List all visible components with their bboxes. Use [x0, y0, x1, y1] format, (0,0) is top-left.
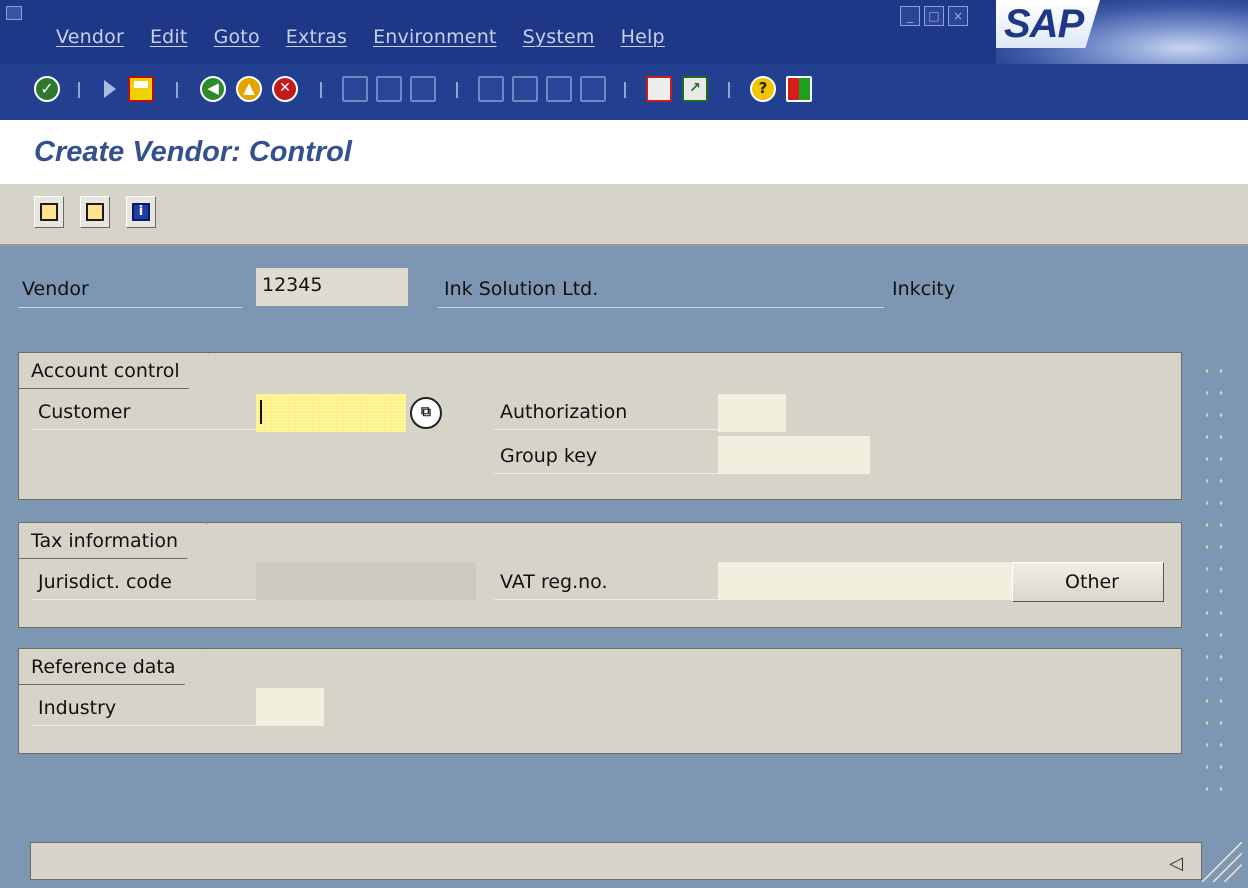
menu-help[interactable]: Help — [621, 26, 665, 48]
last-page-icon[interactable] — [580, 76, 606, 102]
administrative-data-button[interactable]: i — [126, 196, 156, 228]
toolbar-separator — [624, 82, 626, 98]
next-screen-button[interactable] — [80, 196, 110, 228]
previous-page-icon[interactable] — [512, 76, 538, 102]
sap-logo: SAP — [996, 0, 1248, 64]
group-title: Reference data — [19, 649, 205, 685]
status-toggle-icon[interactable]: ◁ — [1169, 853, 1183, 874]
vendor-name: Ink Solution Ltd. — [438, 270, 884, 308]
menu: Vendor Edit Goto Extras Environment Syst… — [56, 26, 691, 48]
menu-edit[interactable]: Edit — [150, 26, 188, 48]
group-key-input[interactable] — [718, 436, 870, 474]
toolbar-separator — [176, 82, 178, 98]
exit-icon[interactable]: ▲ — [236, 76, 262, 102]
previous-screen-button[interactable] — [34, 196, 64, 228]
vat-reg-input[interactable] — [718, 562, 1014, 600]
jurisdiction-code-input — [256, 562, 476, 600]
vendor-number-field: 12345 — [256, 268, 408, 306]
menu-vendor[interactable]: Vendor — [56, 26, 124, 48]
help-icon[interactable]: ? — [750, 76, 776, 102]
group-title: Tax information — [19, 523, 207, 559]
industry-input[interactable] — [256, 688, 324, 726]
enter-icon[interactable]: ✓ — [34, 76, 60, 102]
close-icon[interactable]: × — [948, 6, 968, 26]
customer-label: Customer — [32, 394, 256, 430]
status-bar: ◁ — [30, 842, 1202, 880]
resize-grip-icon[interactable] — [1202, 842, 1242, 882]
vendor-city: Inkcity — [892, 278, 956, 300]
text-cursor — [260, 400, 262, 424]
customer-input[interactable] — [256, 394, 406, 432]
previous-screen-icon — [40, 203, 58, 221]
layout-menu-icon[interactable] — [786, 76, 812, 102]
group-title: Account control — [19, 353, 209, 389]
toolbar-separator — [456, 82, 458, 98]
menu-goto[interactable]: Goto — [214, 26, 260, 48]
next-page-icon[interactable] — [546, 76, 572, 102]
menu-environment[interactable]: Environment — [373, 26, 497, 48]
first-page-icon[interactable] — [478, 76, 504, 102]
possible-entries-icon[interactable]: ⧉ — [410, 397, 442, 429]
menu-system[interactable]: System — [523, 26, 595, 48]
maximize-icon[interactable]: □ — [924, 6, 944, 26]
save-icon[interactable] — [128, 76, 154, 102]
toolbar-separator — [320, 82, 322, 98]
group-key-label: Group key — [494, 438, 718, 474]
industry-label: Industry — [32, 690, 256, 726]
administrative-data-icon: i — [132, 203, 150, 221]
other-button[interactable]: Other — [1012, 562, 1164, 602]
authorization-input[interactable] — [718, 394, 786, 432]
create-shortcut-icon[interactable]: ↗ — [682, 76, 708, 102]
toolbar-separator — [78, 82, 80, 98]
command-field-icon[interactable] — [104, 80, 116, 98]
window-icon[interactable] — [6, 6, 22, 20]
vat-reg-label: VAT reg.no. — [494, 564, 718, 600]
authorization-label: Authorization — [494, 394, 718, 430]
next-screen-icon — [86, 203, 104, 221]
create-session-icon[interactable] — [646, 76, 672, 102]
menu-bar: Vendor Edit Goto Extras Environment Syst… — [0, 0, 1248, 64]
find-icon[interactable] — [376, 76, 402, 102]
print-icon[interactable] — [342, 76, 368, 102]
menu-extras[interactable]: Extras — [286, 26, 347, 48]
find-next-icon[interactable] — [410, 76, 436, 102]
application-toolbar: i — [0, 184, 1248, 246]
title-bar: Create Vendor: Control — [0, 120, 1248, 184]
window-controls: _ □ × — [900, 6, 968, 26]
back-icon[interactable]: ◀ — [200, 76, 226, 102]
page-title: Create Vendor: Control — [34, 136, 352, 168]
minimize-icon[interactable]: _ — [900, 6, 920, 26]
background-pattern — [1200, 360, 1230, 800]
cancel-icon[interactable]: ✕ — [272, 76, 298, 102]
toolbar-separator — [728, 82, 730, 98]
sap-logo-text: SAP — [1004, 2, 1084, 46]
standard-toolbar: ✓ ◀ ▲ ✕ ↗ ? — [0, 64, 1248, 120]
jurisdiction-code-label: Jurisdict. code — [32, 564, 256, 600]
vendor-label: Vendor — [18, 270, 242, 308]
